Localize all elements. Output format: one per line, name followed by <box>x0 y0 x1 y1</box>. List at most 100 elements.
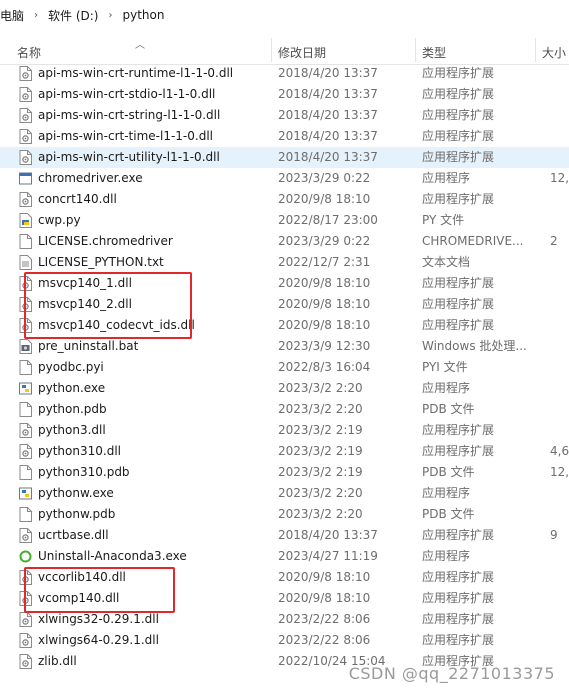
file-row[interactable]: api-ms-win-crt-runtime-l1-1-0.dll 2018/4/… <box>0 63 569 84</box>
watermark: CSDN @qq_2271013375 <box>348 664 555 683</box>
file-row[interactable]: python310.dll 2023/3/2 2:19 应用程序扩展 4,6 <box>0 441 569 462</box>
file-modified-date: 2023/3/2 2:19 <box>278 444 363 458</box>
file-modified-date: 2020/9/8 18:10 <box>278 297 371 311</box>
file-row[interactable]: cwp.py 2022/8/17 23:00 PY 文件 <box>0 210 569 231</box>
file-name: LICENSE_PYTHON.txt <box>38 255 164 269</box>
file-row[interactable]: api-ms-win-crt-string-l1-1-0.dll 2018/4/2… <box>0 105 569 126</box>
file-type: 应用程序 <box>422 486 471 500</box>
file-icon <box>19 465 32 480</box>
file-modified-date: 2023/3/2 2:20 <box>278 486 363 500</box>
file-modified-date: 2018/4/20 13:37 <box>278 528 378 542</box>
file-modified-date: 2020/9/8 18:10 <box>278 276 371 290</box>
file-modified-date: 2023/3/2 2:20 <box>278 507 363 521</box>
file-name: python310.dll <box>38 444 121 458</box>
file-row[interactable]: python.exe 2023/3/2 2:20 应用程序 <box>0 378 569 399</box>
file-name: api-ms-win-crt-utility-l1-1-0.dll <box>38 150 220 164</box>
dll-file-icon <box>19 129 32 144</box>
file-name: xlwings32-0.29.1.dll <box>38 612 159 626</box>
file-row[interactable]: api-ms-win-crt-utility-l1-1-0.dll 2018/4/… <box>0 147 569 168</box>
column-header-date[interactable]: 修改日期 <box>278 44 326 61</box>
file-name: chromedriver.exe <box>38 171 143 185</box>
file-icon <box>19 360 32 375</box>
file-modified-date: 2022/8/3 16:04 <box>278 360 371 374</box>
file-modified-date: 2020/9/8 18:10 <box>278 591 371 605</box>
file-row[interactable]: LICENSE_PYTHON.txt 2022/12/7 2:31 文本文档 <box>0 252 569 273</box>
file-row[interactable]: pre_uninstall.bat 2023/3/9 12:30 Windows 批… <box>0 336 569 357</box>
file-name: LICENSE.chromedriver <box>38 234 173 248</box>
file-size: 9 <box>550 528 558 542</box>
file-type: 应用程序扩展 <box>422 192 495 206</box>
file-icon <box>19 402 32 417</box>
column-header-name[interactable]: 名称 <box>17 44 41 61</box>
file-name: ucrtbase.dll <box>38 528 109 542</box>
dll-file-icon <box>19 108 32 123</box>
column-header-size[interactable]: 大小 <box>542 44 566 61</box>
column-divider[interactable] <box>535 38 536 62</box>
python-app-icon <box>19 381 32 396</box>
breadcrumb-item-folder[interactable]: python <box>118 8 168 22</box>
dll-file-icon <box>19 87 32 102</box>
file-type: 应用程序扩展 <box>422 318 495 332</box>
file-type: 应用程序扩展 <box>422 633 495 647</box>
dll-file-icon <box>19 444 32 459</box>
file-row[interactable]: python310.pdb 2023/3/2 2:19 PDB 文件 12,5 <box>0 462 569 483</box>
anaconda-icon <box>19 549 32 564</box>
chevron-right-icon[interactable]: › <box>28 10 44 21</box>
file-row[interactable]: pythonw.exe 2023/3/2 2:20 应用程序 <box>0 483 569 504</box>
file-type: 应用程序扩展 <box>422 276 495 290</box>
file-type: 应用程序扩展 <box>422 423 495 437</box>
file-row[interactable]: python.pdb 2023/3/2 2:20 PDB 文件 <box>0 399 569 420</box>
file-row[interactable]: ucrtbase.dll 2018/4/20 13:37 应用程序扩展 9 <box>0 525 569 546</box>
file-row[interactable]: python3.dll 2023/3/2 2:19 应用程序扩展 <box>0 420 569 441</box>
file-type: 应用程序扩展 <box>422 297 495 311</box>
file-type: 应用程序 <box>422 381 471 395</box>
file-row[interactable]: chromedriver.exe 2023/3/29 0:22 应用程序 12,4 <box>0 168 569 189</box>
file-name: pyodbc.pyi <box>38 360 104 374</box>
file-type: PDB 文件 <box>422 402 475 416</box>
column-header-type[interactable]: 类型 <box>422 44 446 61</box>
file-row[interactable]: Uninstall-Anaconda3.exe 2023/4/27 11:19 应用… <box>0 546 569 567</box>
batch-file-icon <box>19 339 32 354</box>
file-name: pythonw.pdb <box>38 507 116 521</box>
breadcrumb-item-computer[interactable]: 电脑 <box>0 7 28 24</box>
file-type: PY 文件 <box>422 213 465 227</box>
file-type: 应用程序扩展 <box>422 612 495 626</box>
file-name: api-ms-win-crt-runtime-l1-1-0.dll <box>38 66 234 80</box>
file-name: cwp.py <box>38 213 81 227</box>
dll-file-icon <box>19 654 32 669</box>
file-row[interactable]: api-ms-win-crt-stdio-l1-1-0.dll 2018/4/20… <box>0 84 569 105</box>
file-row[interactable]: concrt140.dll 2020/9/8 18:10 应用程序扩展 <box>0 189 569 210</box>
file-type: 应用程序 <box>422 549 471 563</box>
file-name: pre_uninstall.bat <box>38 339 139 353</box>
file-row[interactable]: pyodbc.pyi 2022/8/3 16:04 PYI 文件 <box>0 357 569 378</box>
python-app-icon <box>19 486 32 501</box>
chevron-right-icon[interactable]: › <box>102 10 118 21</box>
file-type: 应用程序扩展 <box>422 591 495 605</box>
file-modified-date: 2023/3/2 2:19 <box>278 423 363 437</box>
column-divider[interactable] <box>415 38 416 62</box>
file-type: 应用程序扩展 <box>422 528 495 542</box>
file-row[interactable]: LICENSE.chromedriver 2023/3/29 0:22 CHROME… <box>0 231 569 252</box>
file-size: 12,4 <box>550 171 569 185</box>
file-row[interactable]: pythonw.pdb 2023/3/2 2:20 PDB 文件 <box>0 504 569 525</box>
file-modified-date: 2018/4/20 13:37 <box>278 150 378 164</box>
dll-file-icon <box>19 66 32 81</box>
file-row[interactable]: api-ms-win-crt-time-l1-1-0.dll 2018/4/20 … <box>0 126 569 147</box>
column-divider[interactable] <box>271 38 272 62</box>
file-name: python3.dll <box>38 423 106 437</box>
file-type: PDB 文件 <box>422 465 475 479</box>
file-type: Windows 批处理... <box>422 339 527 353</box>
file-type: PYI 文件 <box>422 360 468 374</box>
file-size: 2 <box>550 234 558 248</box>
file-icon <box>19 234 32 249</box>
dll-file-icon <box>19 528 32 543</box>
file-row[interactable]: xlwings64-0.29.1.dll 2023/2/22 8:06 应用程序扩展 <box>0 630 569 651</box>
file-type: 应用程序扩展 <box>422 444 495 458</box>
file-modified-date: 2023/2/22 8:06 <box>278 633 371 647</box>
python-file-icon <box>19 213 32 228</box>
sort-ascending-icon: ︿ <box>135 40 145 51</box>
file-modified-date: 2018/4/20 13:37 <box>278 108 378 122</box>
breadcrumb-item-drive[interactable]: 软件 (D:) <box>44 7 102 24</box>
file-modified-date: 2023/4/27 11:19 <box>278 549 378 563</box>
file-modified-date: 2020/9/8 18:10 <box>278 318 371 332</box>
